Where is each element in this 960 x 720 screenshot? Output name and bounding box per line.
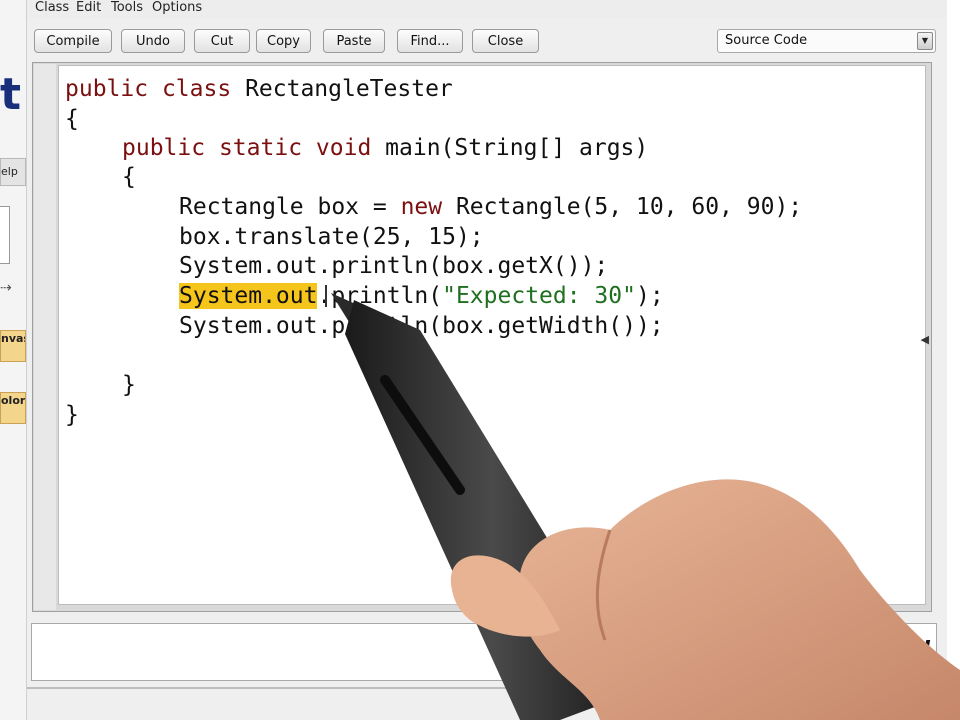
undo-button[interactable]: Undo [121, 29, 185, 53]
background-tab-color[interactable]: olor [0, 392, 26, 424]
background-tab-canvas[interactable]: nvas [0, 330, 26, 362]
text-cursor [325, 285, 327, 307]
code-line-2: { [65, 106, 79, 132]
code-line-11: } [65, 402, 79, 428]
scroll-marker-icon[interactable]: ◀ [921, 333, 929, 346]
selected-text: System.out [179, 283, 318, 309]
compile-button[interactable]: Compile [34, 29, 112, 53]
code-line-6: box.translate(25, 15); [179, 224, 484, 250]
keyword-static: static [218, 135, 303, 161]
code-line-1: public class RectangleTester [65, 74, 453, 104]
menu-options[interactable]: Options [152, 0, 202, 16]
keyword-class: class [161, 76, 232, 102]
paste-button[interactable]: Paste [323, 29, 385, 53]
changed-status-label: changed [824, 638, 930, 663]
code-line-3: public static void main(String[] args) [122, 133, 648, 163]
keyword-public: public [122, 135, 206, 161]
line-gutter [34, 64, 56, 610]
background-arrow-icon: ⇢ [0, 280, 12, 296]
code-line-5: Rectangle box = new Rectangle(5, 10, 60,… [179, 192, 802, 222]
menu-tools[interactable]: Tools [111, 0, 143, 16]
keyword-public: public [65, 76, 149, 102]
keyword-new: new [400, 194, 443, 220]
close-button[interactable]: Close [472, 29, 539, 53]
code-line-7: System.out.println(box.getX()); [179, 253, 609, 279]
method-signature: main(String[] args) [385, 135, 649, 161]
background-window: t elp ⇢ nvas olor [0, 0, 27, 720]
menu-class[interactable]: Class [35, 0, 69, 16]
code-text: Rectangle box = [179, 194, 401, 220]
view-select-value: Source Code [725, 33, 808, 48]
status-bar: changed [27, 612, 947, 720]
background-help-menu[interactable]: elp [0, 158, 26, 186]
divider [27, 687, 947, 689]
editor-window: Class Edit Tools Options Compile Undo Cu… [26, 0, 947, 720]
code-line-4: { [122, 164, 136, 190]
view-select[interactable]: Source Code ▼ [717, 29, 936, 53]
cut-button[interactable]: Cut [194, 29, 250, 53]
code-editor[interactable]: public class RectangleTester { public st… [58, 65, 929, 605]
message-area [31, 623, 802, 681]
menu-bar: Class Edit Tools Options [27, 0, 947, 18]
code-line-8: System.out.println("Expected: 30"); [179, 281, 664, 311]
code-text: Rectangle(5, 10, 60, 90); [442, 194, 803, 220]
code-text: ); [635, 283, 664, 309]
copy-button[interactable]: Copy [256, 29, 311, 53]
code-line-10: } [122, 372, 136, 398]
code-frame: public class RectangleTester { public st… [32, 62, 932, 612]
background-class-box [0, 206, 10, 264]
code-line-9: System.out.println(box.getWidth()); [179, 313, 664, 339]
string-literal: "Expected: 30" [442, 283, 636, 309]
code-text: .println( [317, 283, 443, 309]
background-window-letter: t [0, 69, 22, 120]
menu-edit[interactable]: Edit [76, 0, 101, 16]
keyword-void: void [315, 135, 372, 161]
class-name: RectangleTester [245, 76, 453, 102]
find-button[interactable]: Find... [397, 29, 463, 53]
chevron-down-icon[interactable]: ▼ [917, 32, 933, 50]
status-box: changed [809, 623, 937, 681]
